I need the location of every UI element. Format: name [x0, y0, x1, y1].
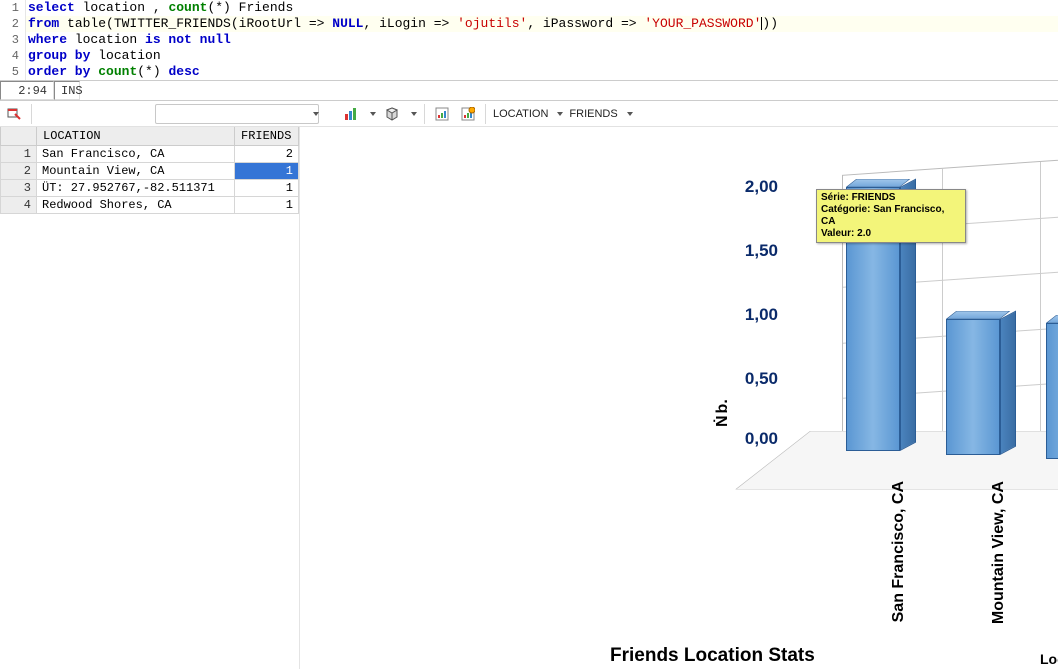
cursor-position: 2:94 [0, 81, 54, 100]
x-tick-label: San Francisco, CA [890, 481, 908, 651]
insert-mode: INS [54, 81, 80, 100]
chart-type-dropdown[interactable] [370, 112, 376, 116]
chart-type-icon[interactable] [341, 104, 361, 124]
location-cell[interactable]: ÜT: 27.952767,-82.511371 [37, 180, 235, 197]
y-tick-label: 0,00 [718, 429, 778, 449]
main-content: LOCATION FRIENDS 1 San Francisco, CA 2 2… [0, 127, 1058, 669]
table-row[interactable]: 1 San Francisco, CA 2 [1, 146, 299, 163]
line-number: 2 [0, 16, 26, 32]
table-header-row: LOCATION FRIENDS [1, 127, 299, 146]
friends-header[interactable]: FRIENDS [235, 127, 299, 146]
results-table[interactable]: LOCATION FRIENDS 1 San Francisco, CA 2 2… [0, 127, 299, 214]
rownum-header[interactable] [1, 127, 37, 146]
x-axis-title: Location [1040, 651, 1058, 667]
results-toolbar: LOCATION FRIENDS [0, 101, 1058, 127]
location-cell[interactable]: Mountain View, CA [37, 163, 235, 180]
sql-line-5[interactable]: order by count(*) desc [26, 64, 1058, 80]
location-cell[interactable]: Redwood Shores, CA [37, 197, 235, 214]
toolbar-separator [31, 104, 32, 124]
line-number: 3 [0, 32, 26, 48]
chart-refresh-icon[interactable] [458, 104, 478, 124]
table-row[interactable]: 4 Redwood Shores, CA 1 [1, 197, 299, 214]
y-tick-label: 1,00 [718, 305, 778, 325]
sql-line-1[interactable]: select location , count(*) Friends [26, 0, 1058, 16]
bar-chart[interactable]: 2,00 1,50 1,00 0,50 0,00 ṄNb.b. [300, 127, 1058, 669]
friends-cell[interactable]: 1 [235, 163, 299, 180]
friends-cell[interactable]: 1 [235, 180, 299, 197]
chart-config-icon[interactable] [432, 104, 452, 124]
toolbar-separator [424, 104, 425, 124]
results-table-pane: LOCATION FRIENDS 1 San Francisco, CA 2 2… [0, 127, 300, 669]
sql-line-4[interactable]: group by location [26, 48, 1058, 64]
rownum-cell: 3 [1, 180, 37, 197]
filter-dropdown-icon[interactable] [313, 112, 319, 116]
column2-selector-label[interactable]: FRIENDS [569, 108, 617, 120]
rownum-cell: 4 [1, 197, 37, 214]
column1-selector-dropdown[interactable] [557, 112, 563, 116]
line-number: 1 [0, 0, 26, 16]
rownum-cell: 2 [1, 163, 37, 180]
y-tick-label: 1,50 [718, 241, 778, 261]
filter-input[interactable] [164, 108, 306, 120]
table-row[interactable]: 3 ÜT: 27.952767,-82.511371 1 [1, 180, 299, 197]
chart-title: Friends Location Stats [610, 645, 815, 667]
x-tick-label: Mountain View, CA [990, 481, 1008, 651]
friends-cell[interactable]: 2 [235, 146, 299, 163]
sql-line-3[interactable]: where location is not null [26, 32, 1058, 48]
chart-pane: 2,00 1,50 1,00 0,50 0,00 ṄNb.b. [300, 127, 1058, 669]
column2-selector-dropdown[interactable] [627, 112, 633, 116]
sql-line-2[interactable]: from table(TWITTER_FRIENDS(iRootUrl => N… [26, 16, 1058, 32]
y-tick-label: 2,00 [718, 177, 778, 197]
table-row-selected[interactable]: 2 Mountain View, CA 1 [1, 163, 299, 180]
editor-status-bar: 2:94 INS [0, 81, 1058, 101]
y-tick-label: 0,50 [718, 369, 778, 389]
location-cell[interactable]: San Francisco, CA [37, 146, 235, 163]
column1-selector-label[interactable]: LOCATION [493, 108, 548, 120]
toolbar-separator [485, 104, 486, 124]
chart-3d-icon[interactable] [382, 104, 402, 124]
chart-3d-dropdown[interactable] [411, 112, 417, 116]
line-number: 5 [0, 64, 26, 80]
filter-search-input[interactable] [155, 104, 319, 124]
sql-editor[interactable]: 1 select location , count(*) Friends 2 f… [0, 0, 1058, 81]
location-header[interactable]: LOCATION [37, 127, 235, 146]
friends-cell[interactable]: 1 [235, 197, 299, 214]
pin-results-icon[interactable] [4, 104, 24, 124]
chart-tooltip: Série: FRIENDS Catégorie: San Francisco,… [816, 189, 966, 243]
line-number: 4 [0, 48, 26, 64]
y-axis-title: ṄNb.b. [714, 399, 732, 427]
rownum-cell: 1 [1, 146, 37, 163]
